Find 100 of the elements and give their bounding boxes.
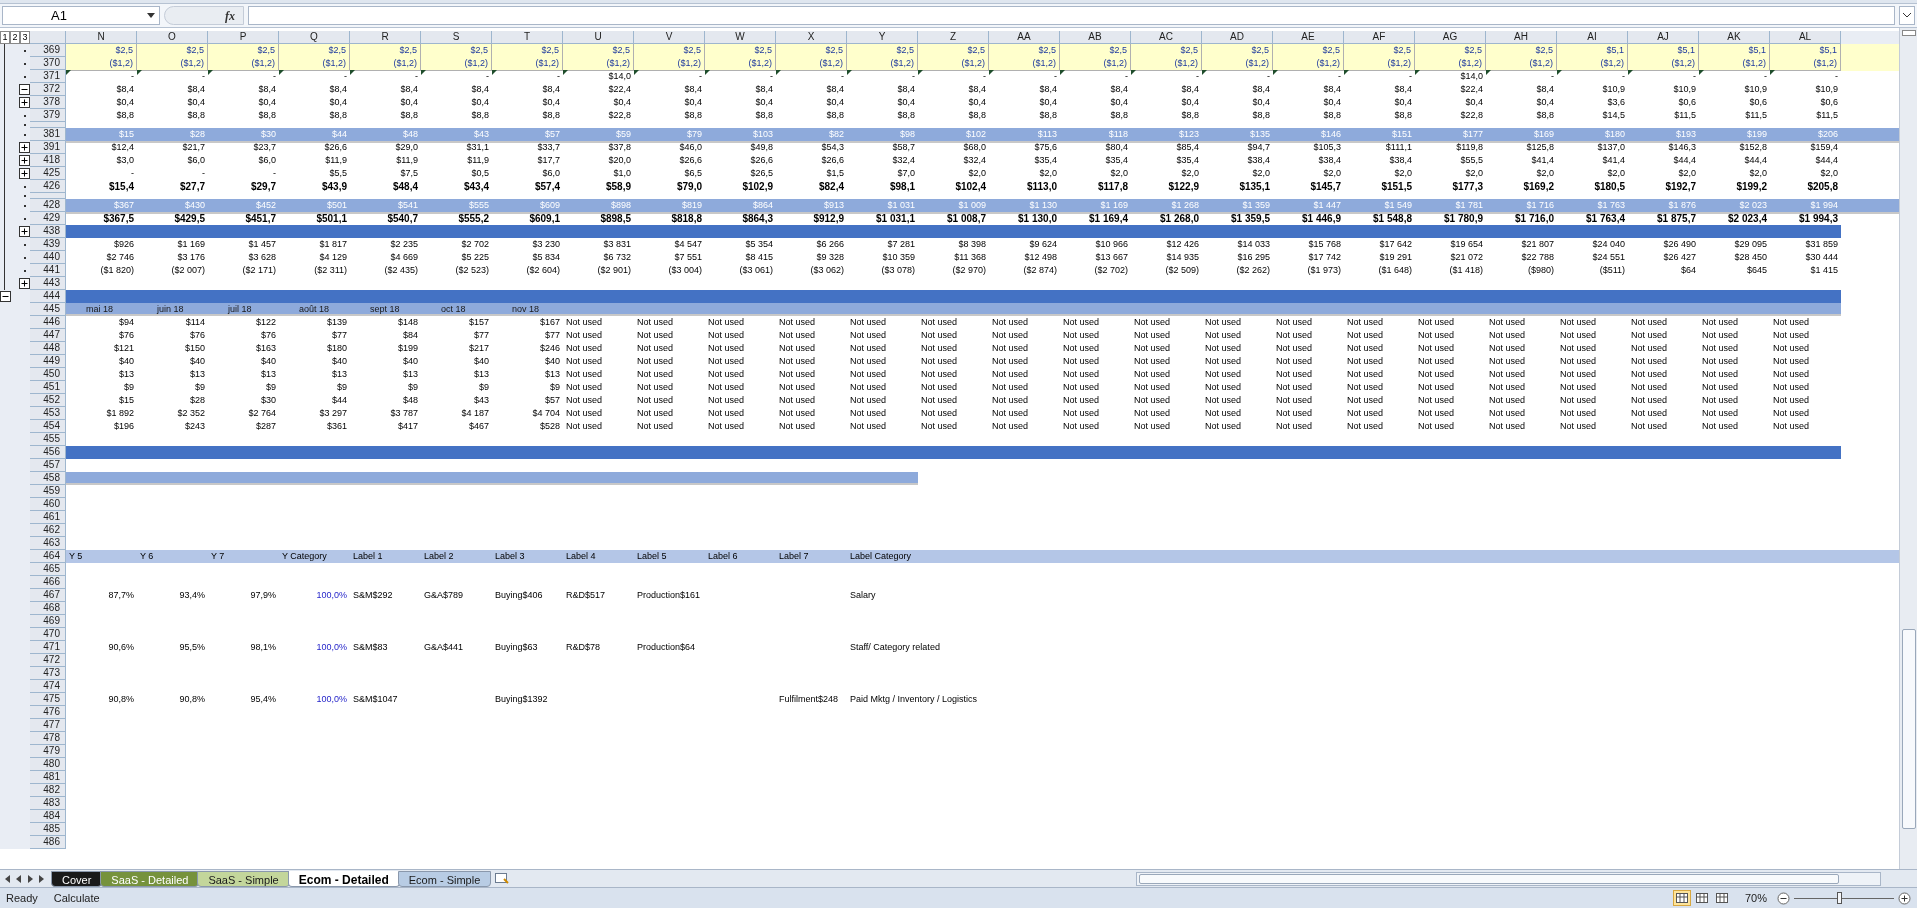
row-header[interactable]: 466 — [30, 576, 66, 589]
row-header[interactable]: 484 — [30, 810, 66, 823]
name-box[interactable]: A1 — [2, 6, 160, 25]
collapse-icon[interactable] — [0, 291, 11, 302]
zoom-in-icon[interactable] — [1898, 891, 1911, 905]
row-header[interactable]: 462 — [30, 524, 66, 537]
sheet-tab[interactable]: SaaS - Detailed — [100, 870, 200, 887]
row-header[interactable]: 429 — [30, 212, 66, 225]
column-header[interactable]: N — [66, 31, 137, 43]
expand-icon[interactable] — [19, 155, 30, 166]
split-handle[interactable] — [1901, 30, 1916, 36]
column-header[interactable]: Q — [279, 31, 350, 43]
row-header[interactable]: 461 — [30, 511, 66, 524]
calculate-status[interactable]: Calculate — [53, 889, 100, 907]
column-header[interactable]: S — [421, 31, 492, 43]
row-header[interactable]: 440 — [30, 251, 66, 264]
column-header[interactable]: X — [776, 31, 847, 43]
row-header[interactable]: 369 — [30, 44, 66, 57]
row-header[interactable]: 473 — [30, 667, 66, 680]
row-header[interactable]: 468 — [30, 602, 66, 615]
row-header[interactable]: 425 — [30, 167, 66, 180]
column-header[interactable]: AF — [1344, 31, 1415, 43]
row-header[interactable]: 472 — [30, 654, 66, 667]
column-header[interactable]: AC — [1131, 31, 1202, 43]
row-header[interactable]: 476 — [30, 706, 66, 719]
column-header[interactable]: AH — [1486, 31, 1557, 43]
sheet-tab[interactable]: Ecom - Detailed — [287, 870, 400, 887]
row-header[interactable]: 474 — [30, 680, 66, 693]
sheet-tab[interactable]: Cover — [51, 870, 103, 887]
row-header[interactable]: 451 — [30, 381, 66, 394]
zoom-slider-thumb[interactable] — [1837, 892, 1842, 904]
column-header[interactable]: AD — [1202, 31, 1273, 43]
row-header[interactable]: 458 — [30, 472, 66, 485]
row-header[interactable]: 460 — [30, 498, 66, 511]
column-header[interactable]: AA — [989, 31, 1060, 43]
row-header[interactable]: 485 — [30, 823, 66, 836]
row-header[interactable]: 391 — [30, 141, 66, 154]
row-header[interactable]: 459 — [30, 485, 66, 498]
horizontal-scrollbar[interactable] — [1136, 871, 1881, 886]
column-header[interactable]: V — [634, 31, 705, 43]
row-header[interactable]: 486 — [30, 836, 66, 849]
column-header[interactable]: AE — [1273, 31, 1344, 43]
row-header[interactable]: 452 — [30, 394, 66, 407]
collapse-icon[interactable] — [19, 84, 30, 95]
row-header[interactable]: 483 — [30, 797, 66, 810]
row-header[interactable]: 455 — [30, 433, 66, 446]
row-header[interactable]: 418 — [30, 154, 66, 167]
expand-icon[interactable] — [19, 226, 30, 237]
column-header[interactable]: U — [563, 31, 634, 43]
row-header[interactable]: 426 — [30, 180, 66, 193]
column-header[interactable]: O — [137, 31, 208, 43]
row-header[interactable]: 381 — [30, 128, 66, 141]
column-header[interactable]: AJ — [1628, 31, 1699, 43]
column-header[interactable]: AG — [1415, 31, 1486, 43]
row-header[interactable]: 477 — [30, 719, 66, 732]
formula-field[interactable] — [248, 6, 1895, 25]
row-header[interactable]: 446 — [30, 316, 66, 329]
expand-formula-button[interactable] — [1899, 6, 1915, 25]
column-header[interactable]: T — [492, 31, 563, 43]
row-header[interactable]: 464 — [30, 550, 66, 563]
row-header[interactable]: 441 — [30, 264, 66, 277]
sheet-tab[interactable]: SaaS - Simple — [197, 870, 290, 887]
row-header[interactable]: 467 — [30, 589, 66, 602]
function-button[interactable]: fx — [225, 6, 235, 25]
column-header[interactable]: R — [350, 31, 421, 43]
row-header[interactable]: 481 — [30, 771, 66, 784]
row-header[interactable]: 471 — [30, 641, 66, 654]
row-header[interactable]: 480 — [30, 758, 66, 771]
row-header[interactable]: 438 — [30, 225, 66, 238]
column-header[interactable]: AB — [1060, 31, 1131, 43]
column-header[interactable]: P — [208, 31, 279, 43]
row-header[interactable]: 439 — [30, 238, 66, 251]
column-header[interactable]: AK — [1699, 31, 1770, 43]
zoom-level[interactable]: 70% — [1744, 889, 1767, 907]
row-header[interactable]: 447 — [30, 329, 66, 342]
scrollbar-thumb[interactable] — [1139, 873, 1839, 884]
row-header[interactable]: 463 — [30, 537, 66, 550]
expand-icon[interactable] — [19, 278, 30, 289]
row-header[interactable]: 428 — [30, 199, 66, 212]
row-header[interactable]: 449 — [30, 355, 66, 368]
scrollbar-thumb[interactable] — [1901, 629, 1916, 829]
row-header[interactable]: 453 — [30, 407, 66, 420]
column-header[interactable]: Z — [918, 31, 989, 43]
row-header[interactable]: 478 — [30, 732, 66, 745]
view-button[interactable] — [1672, 890, 1691, 906]
column-header[interactable]: AI — [1557, 31, 1628, 43]
row-header[interactable]: 445 — [30, 303, 66, 316]
row-header[interactable]: 454 — [30, 420, 66, 433]
row-header[interactable]: 371 — [30, 70, 66, 83]
expand-icon[interactable] — [19, 142, 30, 153]
row-header[interactable]: 372 — [30, 83, 66, 96]
column-header[interactable]: W — [705, 31, 776, 43]
zoom-out-icon[interactable] — [1777, 891, 1790, 905]
row-header[interactable]: 448 — [30, 342, 66, 355]
column-header[interactable]: Y — [847, 31, 918, 43]
row-header[interactable]: 475 — [30, 693, 66, 706]
expand-icon[interactable] — [19, 97, 30, 108]
row-header[interactable]: 465 — [30, 563, 66, 576]
insert-sheet-icon[interactable] — [495, 873, 510, 884]
row-header[interactable]: 457 — [30, 459, 66, 472]
